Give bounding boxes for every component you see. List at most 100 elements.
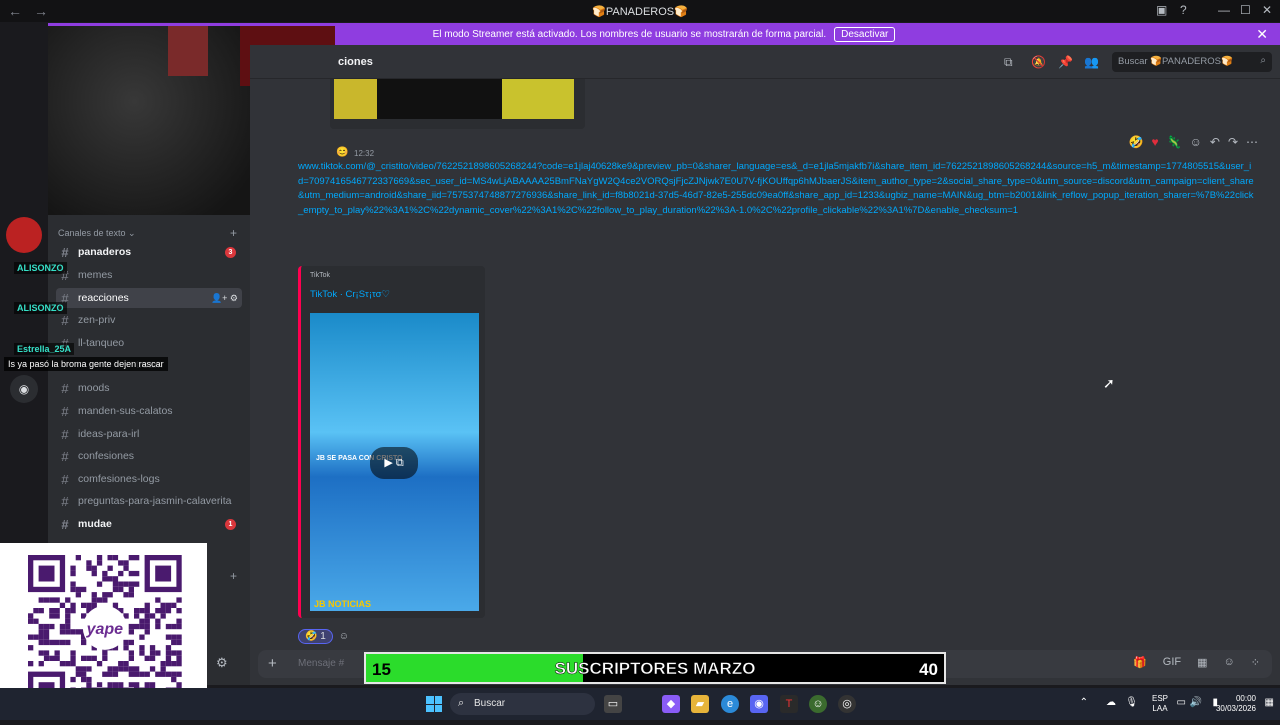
overlay-username: Estrella_25A — [14, 343, 75, 355]
add-category-icon[interactable]: + — [230, 569, 237, 583]
avatar[interactable]: 😊 — [336, 147, 348, 158]
channel-comfesiones-logs[interactable]: # comfesiones-logs — [56, 469, 242, 489]
play-icon[interactable]: ▶ ⧉ — [370, 447, 418, 479]
pin-icon[interactable]: 📌 — [1058, 55, 1073, 69]
react-laugh-icon[interactable]: 🤣 — [1129, 135, 1144, 155]
hash-icon: # — [61, 516, 69, 532]
discord-taskbar-icon[interactable]: ◉ — [750, 695, 768, 713]
hash-icon: # — [61, 426, 69, 442]
threads-icon[interactable]: ⧉ — [1004, 55, 1013, 70]
add-reaction-small-icon[interactable]: ☺ — [339, 631, 349, 642]
app-frog-icon[interactable]: ☺ — [809, 695, 827, 713]
more-icon[interactable]: ⋯ — [1246, 135, 1258, 155]
app-tf-icon[interactable]: T — [780, 695, 798, 713]
unread-badge: 1 — [225, 518, 236, 530]
embed-author[interactable]: TikTok · Cr¡Sτ¡τσ♡ — [310, 289, 390, 300]
reaction-row: 🤣 1 ☺ — [298, 627, 349, 645]
chat-header: ciones ⧉ 🔕 📌 👥 Buscar 🍞PANADEROS🍞 ⌕ — [250, 45, 1280, 79]
subscriber-goal-bar: 15 SUSCRIPTORES MARZO 40 — [364, 652, 946, 684]
tray-chevron-icon[interactable]: ⌃ — [1080, 697, 1088, 708]
channel-manden-sus-calatos[interactable]: # manden-sus-calatos — [56, 401, 242, 421]
react-heart-icon[interactable]: ♥ — [1152, 135, 1159, 155]
overlay-username: ALISONZO — [14, 302, 67, 314]
hash-icon: # — [61, 380, 69, 396]
goal-label: SUSCRIPTORES MARZO — [554, 659, 756, 679]
mic-icon[interactable]: 🎙 — [1125, 697, 1138, 708]
taskbar-search[interactable]: ⌕ Buscar — [450, 693, 595, 715]
close-banner-icon[interactable]: ✕ — [1256, 26, 1268, 43]
sticker-icon[interactable]: ▦ — [1197, 656, 1207, 669]
channel-reacciones[interactable]: # reacciones 👤+ ⚙ — [56, 288, 242, 308]
hash-icon: # — [61, 493, 69, 509]
composer-placeholder: Mensaje # — [298, 658, 345, 669]
deactivate-button[interactable]: Desactivar — [834, 26, 896, 42]
clock[interactable]: 00:00 30/03/2026 — [1216, 694, 1256, 714]
channel-settings-icon[interactable]: 👤+ ⚙ — [211, 293, 238, 304]
message-actions: 🤣 ♥ 🦎 ☺ ↶ ↷ ⋯ — [1129, 135, 1258, 155]
streamer-banner-text: El modo Streamer está activado. Los nomb… — [432, 28, 827, 40]
gift-icon[interactable]: 🎁 — [1133, 656, 1147, 669]
add-channel-icon[interactable]: + — [230, 226, 237, 240]
volume-icon[interactable]: 🔊 — [1190, 697, 1202, 708]
hash-icon: # — [61, 448, 69, 464]
emoji-icon[interactable]: ☺ — [1224, 656, 1235, 669]
user-settings-icon[interactable]: ⚙ — [216, 655, 228, 671]
inbox-icon[interactable]: ▣ — [1156, 3, 1167, 17]
video-logo: JB NOTICIAS — [314, 599, 372, 609]
embed-provider: TikTok — [310, 272, 330, 279]
channel-title: ciones — [338, 56, 373, 68]
tiktok-embed: TikTok TikTok · Cr¡Sτ¡τσ♡ JB SE PASA CON… — [298, 266, 485, 618]
obs-icon[interactable]: ◎ — [838, 695, 856, 713]
add-reaction-icon[interactable]: ☺ — [1190, 135, 1202, 155]
goal-target: 40 — [919, 660, 938, 679]
channel-preguntas[interactable]: # preguntas-para-jasmin-calaverita — [56, 491, 242, 511]
search-input[interactable]: Buscar 🍞PANADEROS🍞 ⌕ — [1112, 52, 1272, 72]
yape-logo: yape — [86, 621, 124, 638]
channel-tanqueo[interactable]: # ll-tanqueo — [56, 333, 242, 353]
forward-icon[interactable]: ↷ — [1228, 135, 1238, 155]
channel-confesiones[interactable]: # confesiones — [56, 446, 242, 466]
channel-panaderos[interactable]: # panaderos 3 — [56, 242, 242, 262]
language-indicator[interactable]: ESP LAA — [1152, 694, 1168, 714]
overlay-username: ALISONZO — [14, 262, 67, 274]
reply-icon[interactable]: ↶ — [1210, 135, 1220, 155]
category-text-channels[interactable]: Canales de texto ⌄ — [58, 228, 136, 239]
gif-icon[interactable]: GIF — [1163, 656, 1181, 669]
attach-icon[interactable]: + — [268, 655, 277, 672]
channel-memes[interactable]: # memes — [56, 265, 242, 285]
hash-icon: # — [61, 312, 69, 328]
mouse-cursor-icon: ➚ — [1103, 375, 1115, 391]
close-window-icon[interactable]: ✕ — [1262, 3, 1272, 17]
message-list: 🤣 ♥ 🦎 ☺ ↶ ↷ ⋯ 😊 12:32 www.tiktok.com/@_c… — [250, 79, 1280, 685]
react-custom-icon[interactable]: 🦎 — [1167, 135, 1182, 155]
previous-embed[interactable] — [330, 79, 585, 129]
channel-moods[interactable]: # moods — [56, 378, 242, 398]
edge-icon[interactable]: e — [721, 695, 739, 713]
overlay-message: Is ya pasó la broma gente dejen rascar — [4, 357, 168, 371]
start-icon[interactable] — [426, 696, 442, 712]
channel-mudae[interactable]: # mudae 1 — [56, 514, 242, 534]
video-thumbnail[interactable]: JB SE PASA CON CRISTO ▶ ⧉ JB NOTICIAS — [310, 313, 479, 611]
mute-icon[interactable]: 🔕 — [1031, 55, 1046, 69]
reaction-pill[interactable]: 🤣 1 — [298, 628, 333, 644]
copilot-icon[interactable]: ◆ — [662, 695, 680, 713]
channel-zen-priv[interactable]: # zen-priv — [56, 310, 242, 330]
minimize-icon[interactable]: — — [1218, 3, 1230, 17]
cloud-icon[interactable]: ☁ — [1106, 697, 1116, 708]
search-icon: ⌕ — [458, 697, 465, 709]
hash-icon: # — [61, 471, 69, 487]
network-icon[interactable]: ▭ — [1177, 697, 1186, 708]
title-bar: ← → 🍞PANADEROS🍞 ▣ ? — ☐ ✕ — [0, 0, 1280, 22]
help-icon[interactable]: ? — [1180, 3, 1187, 17]
message-link[interactable]: www.tiktok.com/@_cristito/video/76225218… — [298, 160, 1256, 218]
members-icon[interactable]: 👥 — [1084, 55, 1099, 69]
window-title: 🍞PANADEROS🍞 — [592, 5, 688, 18]
notifications-icon[interactable]: ▦ — [1265, 697, 1274, 708]
apps-icon[interactable]: ⁘ — [1251, 656, 1260, 669]
task-view-icon[interactable]: ▭ — [604, 695, 622, 713]
hash-icon: # — [61, 403, 69, 419]
channel-ideas-para-irl[interactable]: # ideas-para-irl — [56, 424, 242, 444]
maximize-icon[interactable]: ☐ — [1240, 3, 1251, 17]
file-explorer-icon[interactable]: ▰ — [691, 695, 709, 713]
discover-icon[interactable]: ◉ — [10, 375, 38, 403]
